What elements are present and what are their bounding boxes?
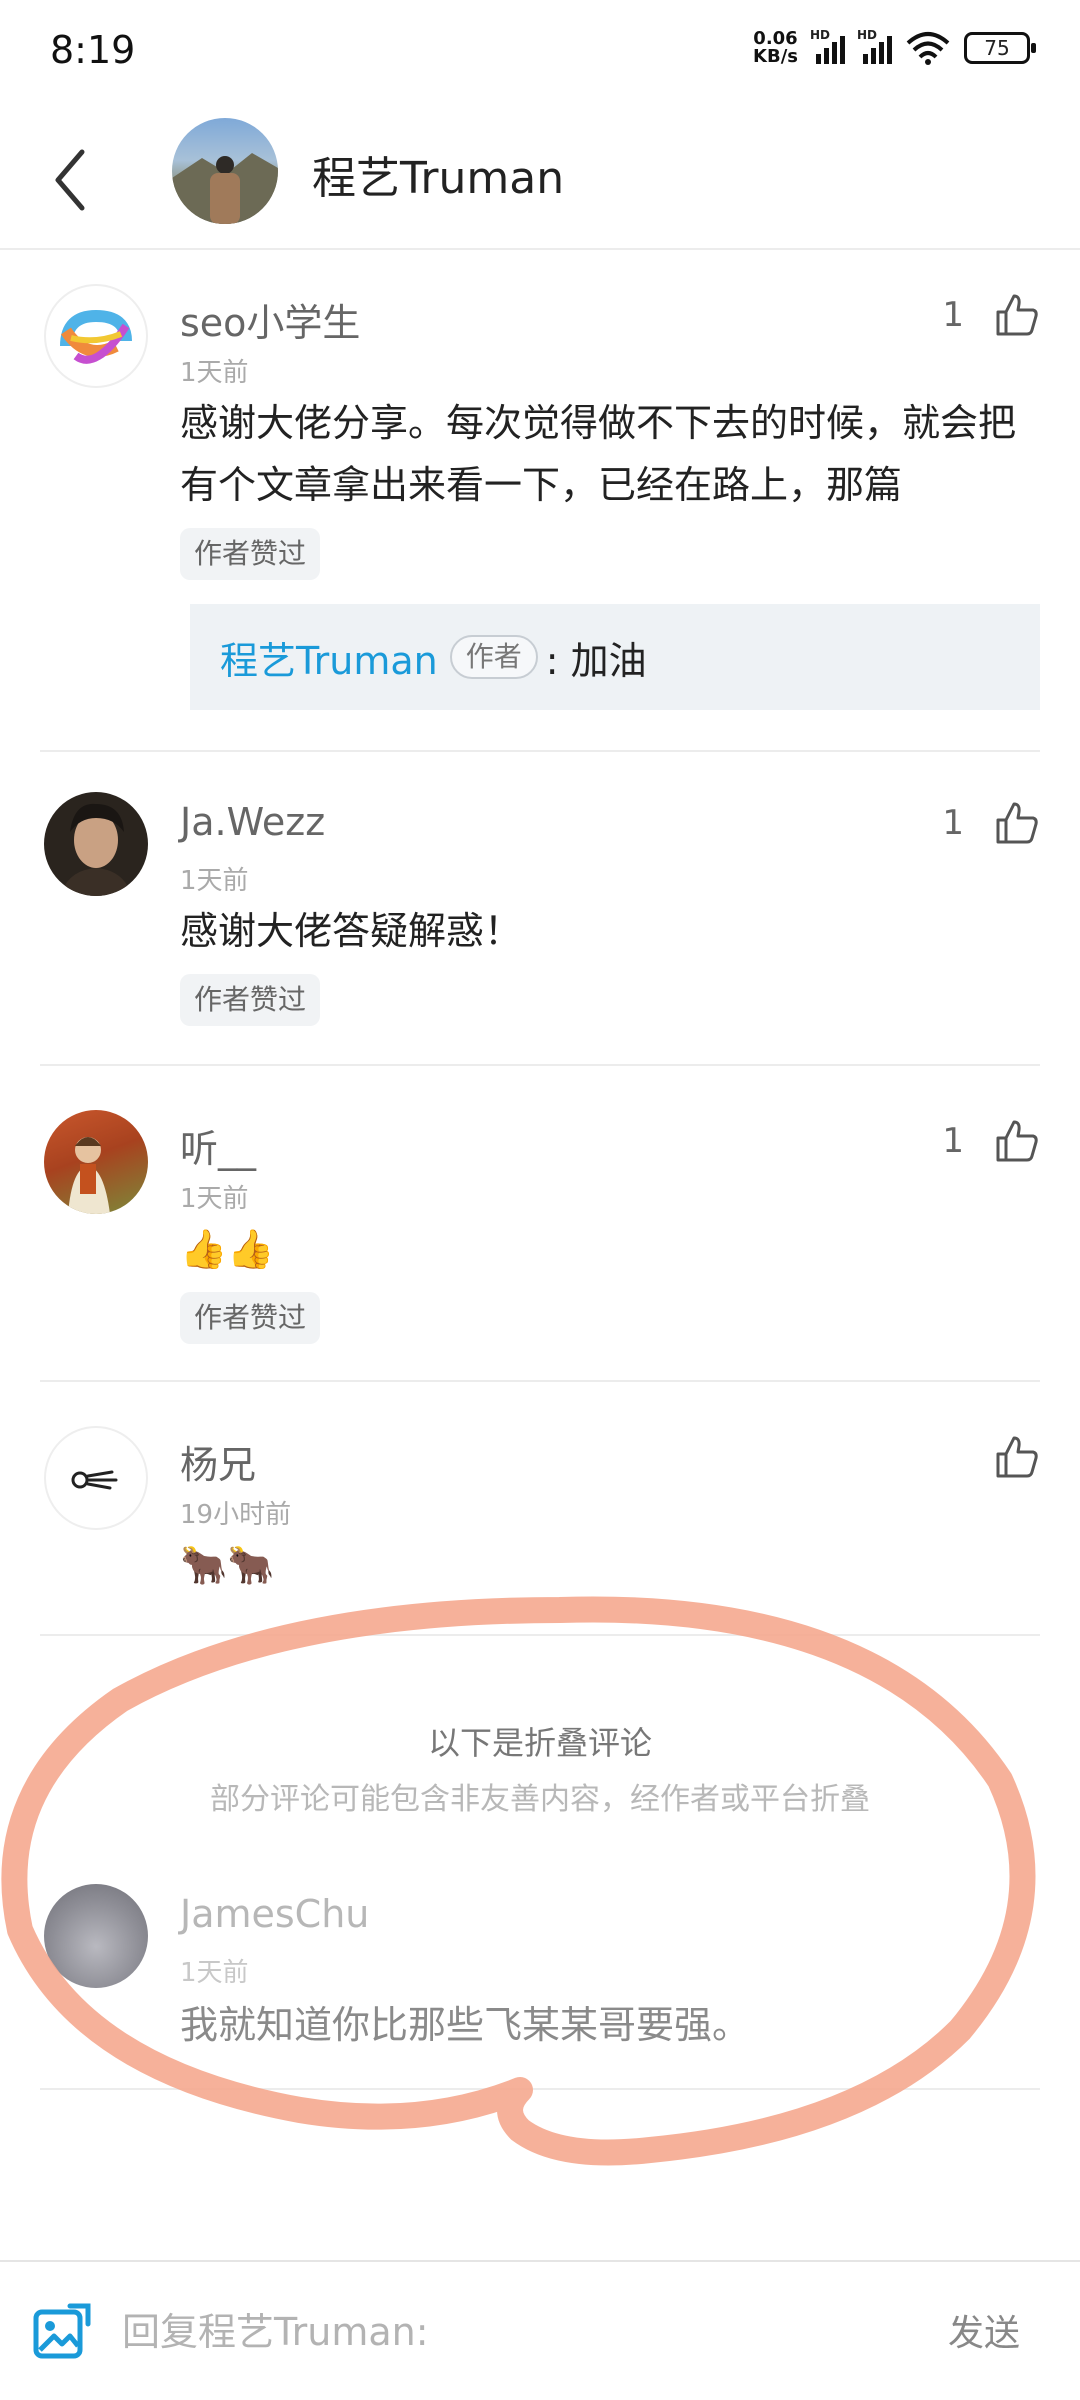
like-button[interactable] (964, 1434, 1040, 1480)
comment-text: 我就知道你比那些飞某某哥要强。 (180, 2003, 751, 2047)
reply-input[interactable] (122, 2302, 882, 2362)
status-bar: 8:19 0.06 KB/s HD HD 75 (0, 0, 1080, 100)
like-button[interactable]: 1 (942, 292, 1040, 338)
avatar[interactable] (44, 792, 148, 896)
like-button[interactable]: 1 (942, 800, 1040, 846)
comment-text: 感谢大佬答疑解惑！ (180, 909, 523, 953)
comment-text: 🐂🐂 (180, 1543, 275, 1587)
comment-item: seo小学生 1天前 感谢大佬分享。每次觉得做不下去的时候，就会把有个文章拿出来… (40, 252, 1040, 752)
signal-icon-2: HD (857, 28, 892, 64)
avatar[interactable] (44, 1884, 148, 1988)
author-liked-badge: 作者赞过 (180, 1292, 321, 1344)
header: 程艺Truman (0, 110, 1080, 250)
comment-time: 1天前 (180, 1958, 249, 1988)
comment-author[interactable]: JamesChu (180, 1892, 369, 1936)
thumbs-up-icon (996, 802, 1038, 844)
comment-time: 1天前 (180, 358, 249, 388)
battery-icon: 75 (964, 32, 1036, 64)
network-speed: 0.06 KB/s (753, 28, 798, 67)
status-time: 8:19 (50, 28, 136, 72)
folded-comment-item: JamesChu 1天前 我就知道你比那些飞某某哥要强。 (40, 1840, 1040, 2090)
signal-icon: HD (810, 28, 845, 64)
comment-time: 1天前 (180, 1184, 249, 1214)
comment-item: 听__ 1天前 👍👍 作者赞过 1 (40, 1066, 1040, 1382)
comment-time: 19小时前 (180, 1500, 292, 1530)
comment-author[interactable]: 听__ (180, 1118, 256, 1173)
author-tag: 作者 (449, 635, 538, 679)
folded-comments-title: 以下是折叠评论 (427, 1724, 652, 1762)
thumbs-up-icon (996, 1120, 1038, 1162)
reply-bar: 发送 (0, 2260, 1080, 2400)
comment-author[interactable]: Ja.Wezz (180, 800, 325, 844)
reply-author[interactable]: 程艺Truman (220, 630, 438, 685)
image-icon[interactable] (30, 2300, 94, 2364)
like-count: 1 (942, 803, 964, 843)
comment-item: 杨兄 19小时前 🐂🐂 (40, 1382, 1040, 1636)
comment-text: 感谢大佬分享。每次觉得做不下去的时候，就会把有个文章拿出来看一下，已经在路上，那… (180, 401, 1017, 507)
comment-time: 1天前 (180, 866, 249, 896)
thumbs-up-icon (996, 1436, 1038, 1478)
thumbs-up-icon (996, 294, 1038, 336)
like-count: 1 (942, 1121, 964, 1161)
comment-text: 👍👍 (180, 1227, 275, 1271)
author-liked-badge: 作者赞过 (180, 974, 321, 1026)
author-reply[interactable]: 程艺Truman 作者 : 加油 (190, 604, 1040, 710)
avatar[interactable] (44, 284, 148, 388)
wifi-icon (906, 32, 950, 65)
reply-text: : 加油 (545, 638, 647, 683)
comment-author[interactable]: 杨兄 (180, 1434, 256, 1489)
back-arrow-icon[interactable] (44, 140, 104, 220)
like-count: 1 (942, 295, 964, 335)
folded-comments-notice: 部分评论可能包含非友善内容，经作者或平台折叠 (210, 1782, 870, 1817)
author-liked-badge: 作者赞过 (180, 528, 321, 580)
send-button[interactable]: 发送 (948, 2304, 1020, 2356)
like-button[interactable]: 1 (942, 1118, 1040, 1164)
status-icons: 0.06 KB/s HD HD 75 (753, 28, 1036, 67)
author-avatar[interactable] (172, 118, 278, 224)
avatar[interactable] (44, 1426, 148, 1530)
page-title: 程艺Truman (312, 153, 565, 204)
comment-item: Ja.Wezz 1天前 感谢大佬答疑解惑！ 作者赞过 1 (40, 752, 1040, 1066)
avatar[interactable] (44, 1110, 148, 1214)
comment-author[interactable]: seo小学生 (180, 292, 360, 347)
